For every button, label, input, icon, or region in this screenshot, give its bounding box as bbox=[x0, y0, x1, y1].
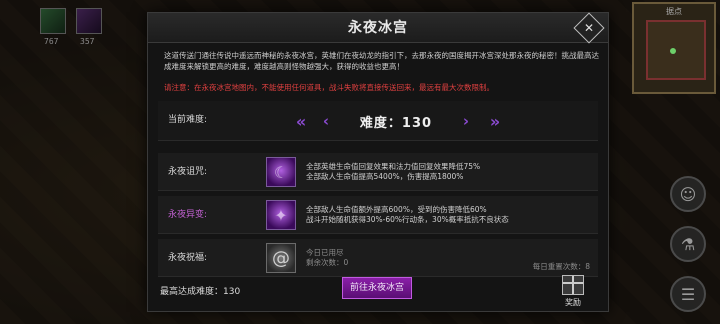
minimap-room bbox=[646, 20, 706, 80]
curse-effect-line: 全部敌人生命值提高5400%，伤害提高1800% bbox=[306, 172, 464, 181]
mutation-label: 永夜异变: bbox=[168, 210, 208, 220]
curse-effects: 全部英雄生命值回复效果和法力值回复效果降低75% 全部敌人生命值提高5400%，… bbox=[306, 162, 480, 182]
item-count: 767 bbox=[44, 37, 59, 46]
item-count: 357 bbox=[80, 37, 95, 46]
go-to-ice-palace-button[interactable]: 前往永夜冰宫 bbox=[342, 277, 412, 299]
mutation-row: 永夜异变: ✦ 全部敌人生命值额外提高600%，受到的伤害降低60% 战斗开始随… bbox=[158, 196, 598, 234]
difficulty-label: 当前难度: bbox=[168, 115, 208, 125]
blessing-used-text: 今日已用尽 bbox=[306, 248, 344, 257]
difficulty-selector: « ‹ 难度：130 › » bbox=[284, 101, 508, 141]
dialog-warning: 请注意：在永夜冰宫地图内，不能使用任何道具，战斗失败将直接传送回来，最远有最大次… bbox=[164, 83, 494, 92]
reward-label: 奖励 bbox=[565, 298, 581, 307]
highest-difficulty: 最高达成难度：130 bbox=[160, 287, 241, 297]
left-arrow-icon[interactable]: ‹ bbox=[314, 112, 338, 130]
reward-button[interactable]: 奖励 bbox=[558, 275, 588, 309]
curse-label: 永夜诅咒: bbox=[168, 167, 208, 177]
player-marker-icon bbox=[670, 48, 676, 54]
minimap[interactable]: 据点 bbox=[632, 2, 716, 94]
blessing-row: 永夜祝福: @ 今日已用尽 剩余次数：0 每日重置次数：8 bbox=[158, 239, 598, 277]
close-icon: ✕ bbox=[583, 21, 595, 35]
potion-icon[interactable]: ⚗ bbox=[670, 226, 706, 262]
curse-row: 永夜诅咒: ☾ 全部英雄生命值回复效果和法力值回复效果降低75% 全部敌人生命值… bbox=[158, 153, 598, 191]
curse-icon[interactable]: ☾ bbox=[266, 157, 296, 187]
mutation-effect-line: 战斗开始随机获得30%-60%行动条，30%概率抵抗不良状态 bbox=[306, 215, 509, 224]
dialog-description: 这道传送门通往传说中遥远而神秘的永夜冰宫，英雄们在夜幼龙的指引下，去那永夜的国度… bbox=[164, 51, 599, 71]
party-icon[interactable]: ☺ bbox=[670, 176, 706, 212]
double-right-arrow-icon[interactable]: » bbox=[478, 112, 508, 131]
minimap-label: 据点 bbox=[666, 7, 682, 16]
curse-effect-line: 全部英雄生命值回复效果和法力值回复效果降低75% bbox=[306, 162, 481, 171]
difficulty-row: 当前难度: « ‹ 难度：130 › » bbox=[158, 101, 598, 141]
menu-list-icon[interactable]: ☰ bbox=[670, 276, 706, 312]
mutation-effects: 全部敌人生命值额外提高600%，受到的伤害降低60% 战斗开始随机获得30%-6… bbox=[306, 205, 509, 225]
item-slot-green[interactable] bbox=[40, 8, 66, 34]
mutation-effect-line: 全部敌人生命值额外提高600%，受到的伤害降低60% bbox=[306, 205, 487, 214]
dialog-title: 永夜冰宫 bbox=[148, 13, 608, 43]
double-left-arrow-icon[interactable]: « bbox=[284, 112, 314, 131]
mutation-icon[interactable]: ✦ bbox=[266, 200, 296, 230]
difficulty-value: 难度：130 bbox=[359, 115, 433, 131]
blessing-remaining-text: 剩余次数：0 bbox=[306, 258, 349, 267]
item-slot-purple[interactable] bbox=[76, 8, 102, 34]
ice-palace-dialog: 永夜冰宫 ✕ 这道传送门通往传说中遥远而神秘的永夜冰宫，英雄们在夜幼龙的指引下，… bbox=[147, 12, 609, 312]
right-arrow-icon[interactable]: › bbox=[454, 112, 478, 130]
gift-icon bbox=[562, 275, 584, 295]
swirl-icon[interactable]: @ bbox=[266, 243, 296, 273]
blessing-status: 今日已用尽 剩余次数：0 bbox=[306, 248, 348, 268]
daily-reset-count: 每日重置次数：8 bbox=[532, 262, 590, 271]
blessing-label: 永夜祝福: bbox=[168, 253, 208, 263]
